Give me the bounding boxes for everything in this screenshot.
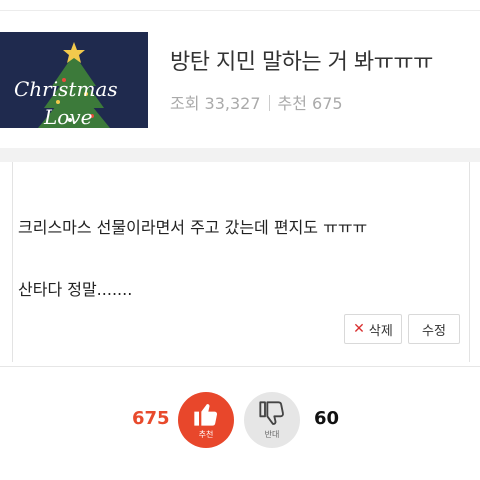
section-gap (0, 148, 480, 162)
delete-button[interactable]: ✕ 삭제 (344, 314, 402, 344)
thumbnail-text-love: Love (43, 105, 92, 128)
body-paragraph: 크리스마스 선물이라면서 주고 갔는데 편지도 ㅠㅠㅠ (18, 218, 368, 237)
upvote-button[interactable]: 추천 (178, 392, 234, 448)
delete-label: 삭제 (368, 323, 393, 339)
edit-button[interactable]: 수정 (408, 314, 460, 344)
downvote-count: 60 (314, 408, 340, 429)
upvote-label: 추천 (198, 430, 214, 439)
thumbs-down-icon (259, 401, 284, 425)
post-header: Christmas Love 방탄 지민 말하는 거 봐ㅠㅠㅠ 조회 33,32… (0, 0, 480, 148)
downvote-button[interactable]: 반대 (244, 392, 300, 448)
thumbnail-text-christmas: Christmas (14, 77, 118, 101)
post-meta: 조회 33,327 추천 675 (170, 90, 343, 114)
edit-label: 수정 (422, 323, 446, 339)
top-divider (0, 10, 480, 11)
meta-separator (268, 95, 270, 111)
thumbs-up-icon (194, 404, 218, 426)
christmas-tree-icon: Christmas Love (14, 42, 118, 128)
upvote-count: 675 (132, 408, 170, 429)
view-count: 조회 33,327 (170, 94, 261, 113)
body-paragraph: 산타다 정말....... (18, 280, 133, 299)
recommend-count: 추천 675 (277, 94, 343, 113)
post-thumbnail[interactable]: Christmas Love (0, 32, 148, 128)
delete-x-icon: ✕ (353, 321, 365, 337)
post-title[interactable]: 방탄 지민 말하는 거 봐ㅠㅠㅠ (170, 44, 433, 76)
vote-divider (0, 366, 480, 367)
downvote-label: 반대 (264, 430, 280, 439)
